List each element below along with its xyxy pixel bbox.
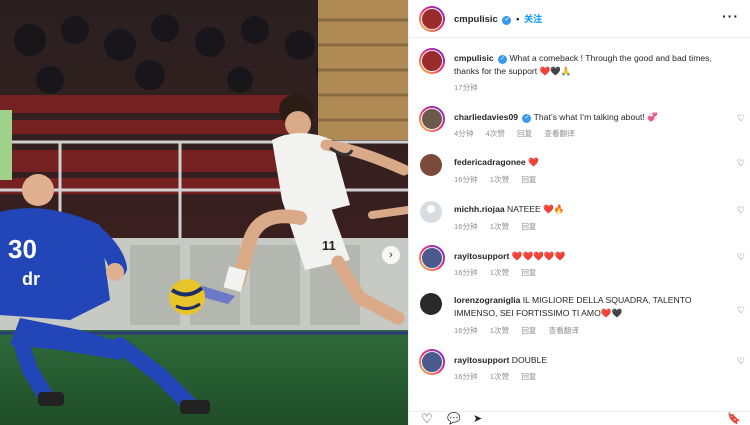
like-comment-heart-icon[interactable]: ♡ [737, 305, 745, 316]
comment-time[interactable]: 16分钟 [454, 268, 478, 277]
commenter-username[interactable]: michh.riojaa [454, 204, 505, 214]
caption-text: cmpulisic ✓ What a comeback ! Through th… [454, 52, 724, 77]
post-action-bar: ♡ 💬 ➤ 🔖 [409, 411, 750, 425]
comment-likes[interactable]: 4次赞 [486, 129, 505, 138]
save-bookmark-icon[interactable]: 🔖 [727, 412, 741, 425]
commenter-username[interactable]: rayitosupport [454, 251, 509, 261]
comment-time[interactable]: 16分钟 [454, 222, 478, 231]
comment-body: NATEEE ❤️🔥 [507, 204, 565, 214]
comment-time[interactable]: 4分钟 [454, 129, 473, 138]
comment-likes[interactable]: 1次赞 [490, 175, 509, 184]
comment-text: federicadragonee ❤️ [454, 156, 724, 169]
like-comment-heart-icon[interactable]: ♡ [737, 205, 745, 216]
svg-text:11: 11 [322, 238, 336, 253]
verified-icon: ✓ [498, 55, 508, 64]
comment-likes[interactable]: 1次赞 [490, 268, 509, 277]
author-username[interactable]: cmpulisic [454, 14, 498, 25]
verified-icon: ✓ [522, 114, 532, 123]
reply-button[interactable]: 回复 [521, 175, 536, 184]
commenter-avatar[interactable] [419, 245, 445, 271]
comment-text: michh.riojaa NATEEE ❤️🔥 [454, 203, 724, 216]
comment-meta: 16分钟 1次赞 回复 [454, 371, 547, 382]
more-options-icon[interactable]: ··· [722, 8, 739, 24]
see-translation-button[interactable]: 查看翻译 [544, 129, 574, 138]
like-comment-heart-icon[interactable]: ♡ [737, 113, 745, 124]
comment-text: lorenzograniglia IL MIGLIORE DELLA SQUAD… [454, 294, 716, 319]
comment-text: rayitosupport DOUBLE [454, 354, 724, 367]
caption-time[interactable]: 17分钟 [454, 83, 478, 92]
reply-button[interactable]: 回复 [517, 129, 532, 138]
next-image-button[interactable]: › [382, 246, 400, 264]
comment-text: charliedavies09 ✓ That’s what I’m talkin… [454, 111, 724, 124]
commenter-avatar[interactable] [419, 106, 445, 132]
post-photo: 11 30 dr › [0, 0, 408, 425]
comment-body: ❤️❤️❤️❤️❤️ [511, 251, 566, 261]
commenter-username[interactable]: lorenzograniglia [454, 295, 520, 305]
header-username-line: cmpulisic ✓ • 关注 [454, 12, 542, 25]
author-avatar[interactable] [419, 6, 445, 32]
commenter-username[interactable]: federicadragonee [454, 157, 526, 167]
reply-button[interactable]: 回复 [521, 268, 536, 277]
separator-dot: • [516, 14, 520, 25]
comment-body: That’s what I’m talking about! 💞 [533, 112, 658, 122]
verified-icon: ✓ [502, 16, 512, 25]
like-post-heart-icon[interactable]: ♡ [421, 412, 433, 425]
comment-time[interactable]: 16分钟 [454, 372, 478, 381]
like-comment-heart-icon[interactable]: ♡ [737, 158, 745, 169]
commenter-avatar[interactable] [420, 293, 442, 315]
comment-meta: 16分钟 1次赞 回复 [454, 174, 547, 185]
comment-body: ❤️ [528, 157, 539, 167]
svg-text:30: 30 [8, 234, 37, 264]
comment-likes[interactable]: 1次赞 [490, 222, 509, 231]
reply-button[interactable]: 回复 [521, 372, 536, 381]
comment-likes[interactable]: 1次赞 [490, 372, 509, 381]
commenter-username[interactable]: rayitosupport [454, 355, 509, 365]
share-icon[interactable]: ➤ [473, 412, 482, 425]
comment-icon[interactable]: 💬 [447, 412, 461, 425]
comment-meta: 16分钟 1次赞 回复 [454, 267, 547, 278]
comment-likes[interactable]: 1次赞 [490, 326, 509, 335]
comments-panel: cmpulisic ✓ • 关注 ··· cmpulisic ✓ What a … [408, 0, 750, 425]
comment-text: rayitosupport ❤️❤️❤️❤️❤️ [454, 250, 724, 263]
post-header: cmpulisic ✓ • 关注 ··· [409, 0, 750, 38]
comment-time[interactable]: 16分钟 [454, 326, 478, 335]
like-comment-heart-icon[interactable]: ♡ [737, 252, 745, 263]
commenter-avatar[interactable] [419, 349, 445, 375]
see-translation-button[interactable]: 查看翻译 [549, 326, 579, 335]
comment-time[interactable]: 16分钟 [454, 175, 478, 184]
comment-body: DOUBLE [511, 355, 548, 365]
photo-illustration: 11 30 dr [0, 0, 408, 425]
caption-avatar[interactable] [419, 48, 445, 74]
follow-button[interactable]: 关注 [524, 14, 542, 24]
reply-button[interactable]: 回复 [521, 326, 536, 335]
caption-meta: 17分钟 [454, 82, 488, 93]
svg-text:dr: dr [22, 269, 40, 289]
commenter-username[interactable]: charliedavies09 [454, 112, 518, 122]
commenter-avatar[interactable] [420, 201, 442, 223]
commenter-avatar[interactable] [420, 154, 442, 176]
caption-username[interactable]: cmpulisic [454, 53, 494, 63]
reply-button[interactable]: 回复 [521, 222, 536, 231]
like-comment-heart-icon[interactable]: ♡ [737, 356, 745, 367]
comment-meta: 16分钟 1次赞 回复 查看翻译 [454, 325, 589, 336]
comment-meta: 4分钟 4次赞 回复 查看翻译 [454, 128, 585, 139]
comment-meta: 16分钟 1次赞 回复 [454, 221, 547, 232]
